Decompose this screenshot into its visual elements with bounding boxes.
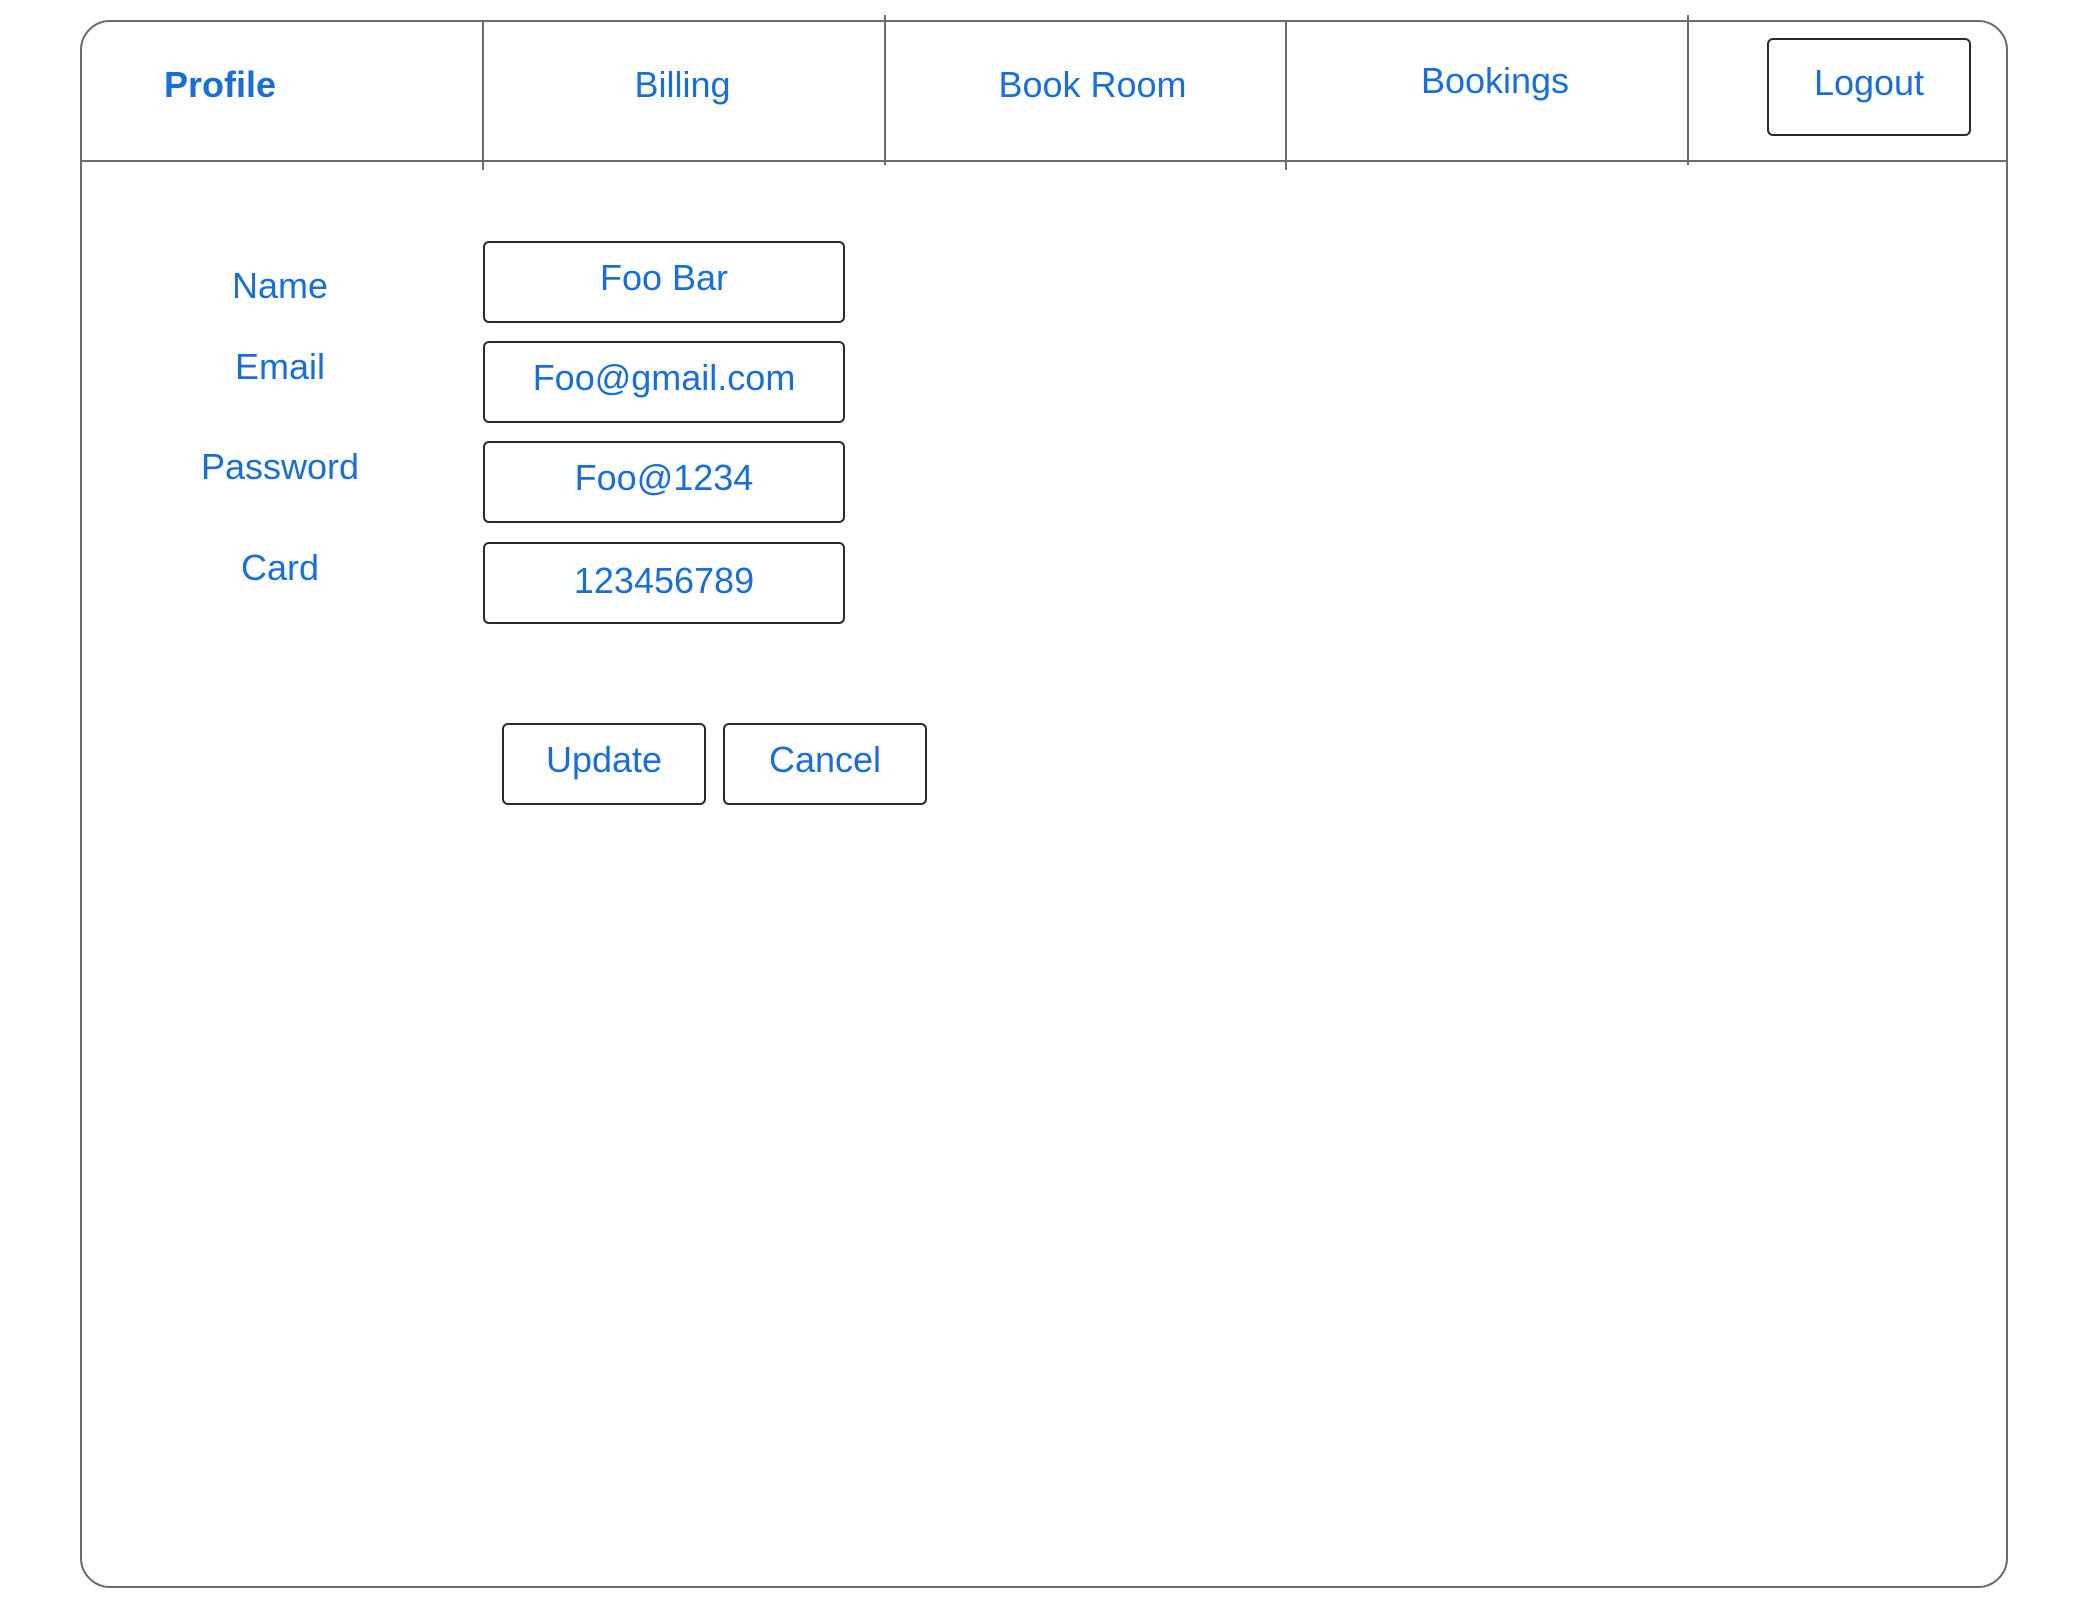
tab-bookings[interactable]: Bookings [1400, 56, 1590, 106]
card-field[interactable]: 123456789 [483, 542, 845, 624]
password-field[interactable]: Foo@1234 [483, 441, 845, 523]
card-label: Card [240, 547, 320, 588]
nav-separator [884, 15, 886, 165]
nav-separator [482, 20, 484, 170]
tab-profile[interactable]: Profile [140, 60, 300, 110]
tab-billing[interactable]: Billing [600, 60, 765, 110]
nav-bar-divider [80, 160, 2008, 162]
name-field[interactable]: Foo Bar [483, 241, 845, 323]
email-field[interactable]: Foo@gmail.com [483, 341, 845, 423]
password-label: Password [200, 446, 360, 487]
name-label: Name [231, 265, 329, 306]
cancel-button[interactable]: Cancel [723, 723, 927, 805]
nav-separator [1285, 20, 1287, 170]
logout-button[interactable]: Logout [1767, 38, 1971, 136]
email-label: Email [234, 346, 326, 387]
app-window [80, 20, 2008, 1588]
tab-book-room[interactable]: Book Room [975, 60, 1210, 110]
nav-separator [1687, 15, 1689, 165]
update-button[interactable]: Update [502, 723, 706, 805]
